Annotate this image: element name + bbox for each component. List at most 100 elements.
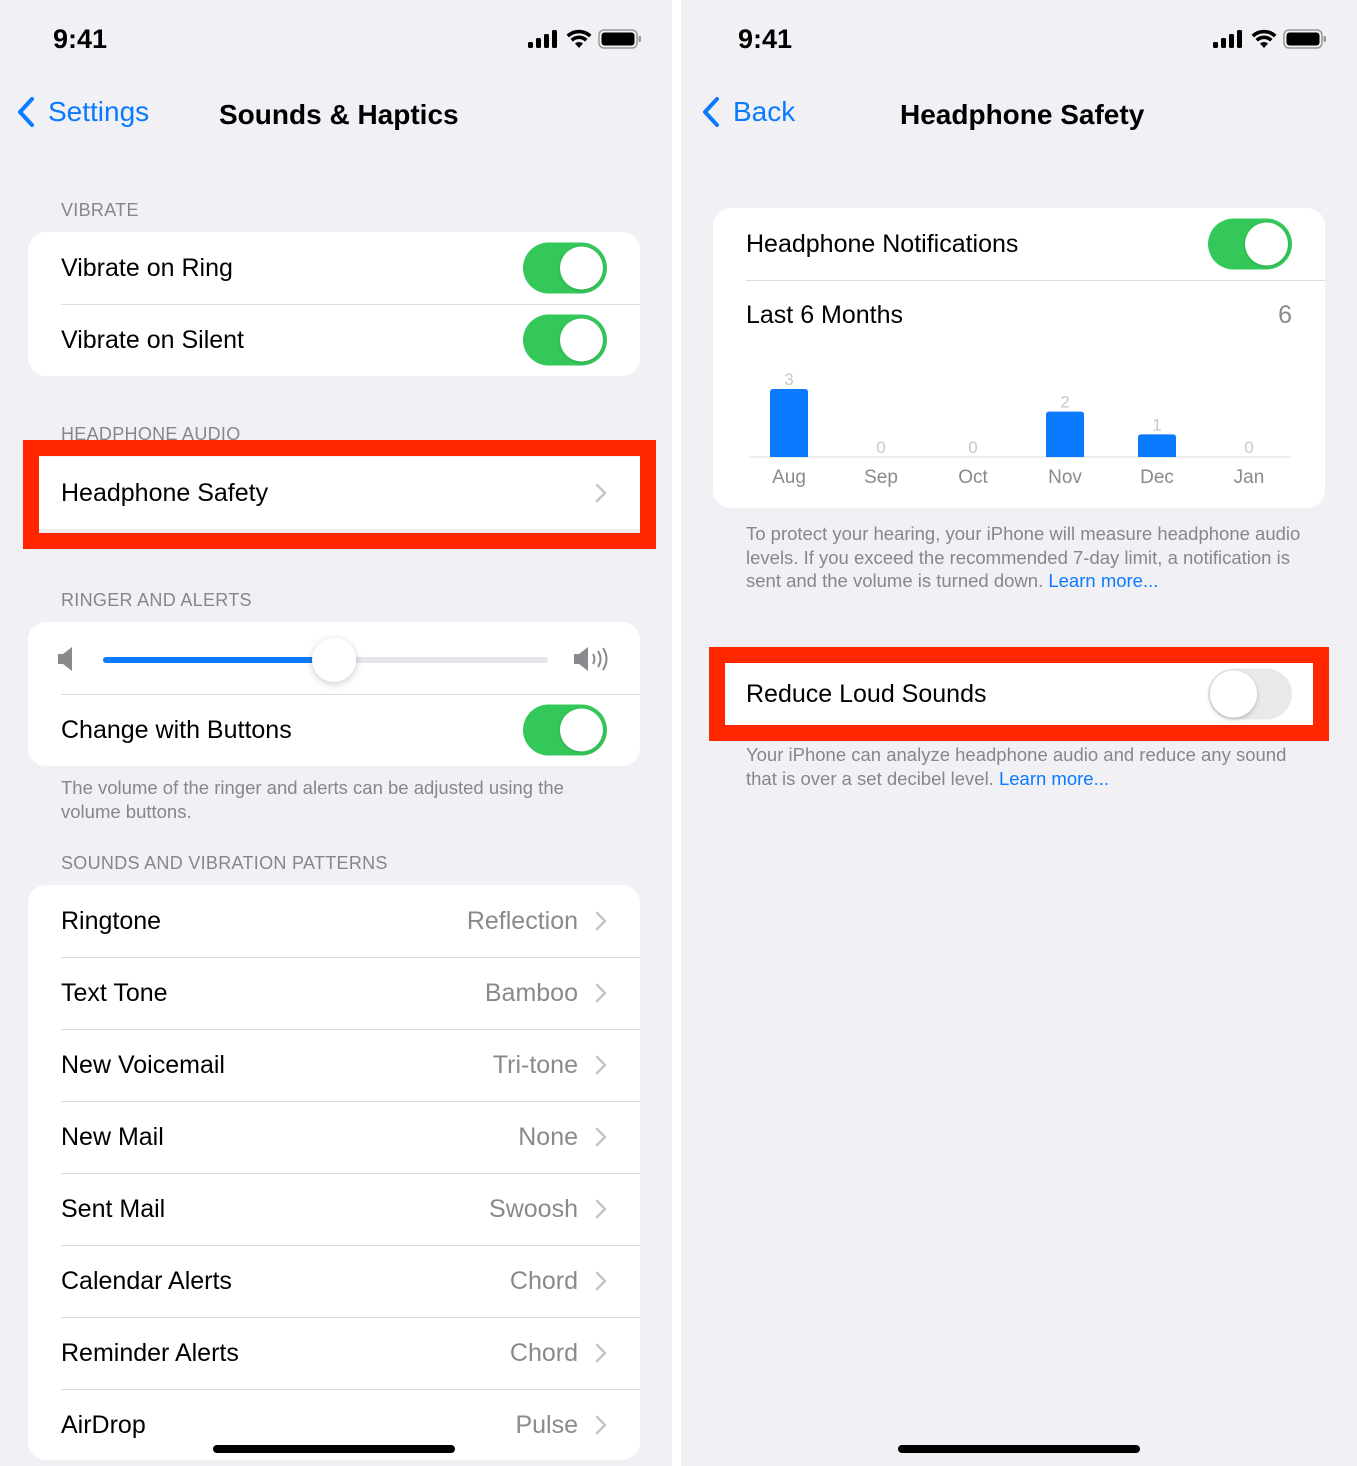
- chart-value-label: 1: [1152, 415, 1161, 434]
- row-label: Headphone Notifications: [746, 229, 1019, 258]
- row-label: New Mail: [61, 1122, 164, 1151]
- vibrate-on-silent-toggle[interactable]: [523, 314, 607, 366]
- page-title: Sounds & Haptics: [219, 99, 459, 130]
- battery-icon: [598, 29, 641, 49]
- headphone-audio-header: HEADPHONE AUDIO: [61, 424, 241, 444]
- row-value: Chord: [509, 1266, 578, 1295]
- change-with-buttons-toggle[interactable]: [523, 704, 607, 756]
- row-value: Bamboo: [484, 978, 578, 1007]
- row-value: Tri-tone: [492, 1050, 578, 1079]
- status-icons: [1213, 29, 1327, 49]
- headphone-safety-row[interactable]: Headphone Safety: [28, 457, 640, 529]
- learn-more-link[interactable]: Learn more...: [1048, 570, 1158, 591]
- notifications-bar-chart: 3 Aug 0 Sep 0 Oct 2 Nov 1 Dec 0 Jan: [749, 370, 1291, 488]
- back-button[interactable]: Back: [701, 96, 795, 128]
- page-title: Headphone Safety: [900, 99, 1145, 130]
- notifications-group: Headphone Notifications Last 6 Months 6 …: [713, 208, 1325, 508]
- volume-slider[interactable]: [103, 638, 548, 682]
- sent-mail-row[interactable]: Sent Mail Swoosh: [28, 1173, 640, 1245]
- chevron-right-icon: [595, 483, 607, 503]
- headphone-safety-screen: 9:41 Back Headphone Safety Headphone Not…: [681, 0, 1357, 1466]
- learn-more-link[interactable]: Learn more...: [999, 768, 1109, 789]
- notifications-chart-row: Last 6 Months 6 3 Aug 0 Sep 0 Oct 2 Nov 1 Dec 0 Jan: [713, 280, 1325, 508]
- row-label: Headphone Safety: [61, 478, 269, 507]
- wifi-icon: [566, 29, 592, 48]
- row-label: AirDrop: [61, 1410, 146, 1439]
- speaker-low-icon: [58, 647, 72, 671]
- headphone-audio-group: Headphone Safety: [28, 457, 640, 529]
- row-label: Ringtone: [61, 906, 162, 935]
- row-label: New Voicemail: [61, 1050, 225, 1079]
- battery-icon: [1283, 29, 1326, 49]
- chart-x-tick-label: Aug: [772, 467, 806, 488]
- new-voicemail-row[interactable]: New Voicemail Tri-tone: [28, 1029, 640, 1101]
- sounds-group: Ringtone Reflection Text Tone Bamboo New…: [28, 885, 640, 1460]
- ringtone-row[interactable]: Ringtone Reflection: [28, 885, 640, 957]
- chart-value-label: 0: [968, 438, 977, 457]
- chart-x-tick-label: Nov: [1048, 467, 1082, 488]
- toggle-knob: [560, 246, 603, 290]
- status-time: 9:41: [53, 24, 108, 54]
- text-tone-row[interactable]: Text Tone Bamboo: [28, 957, 640, 1029]
- new-mail-row[interactable]: New Mail None: [28, 1101, 640, 1173]
- toggle-knob: [560, 708, 603, 752]
- volume-slider-row: [28, 622, 640, 694]
- chevron-right-icon: [595, 1127, 607, 1147]
- volume-slider-fill: [103, 657, 335, 663]
- chevron-right-icon: [595, 1055, 607, 1075]
- vibrate-on-ring-toggle[interactable]: [523, 242, 607, 294]
- chart-title: Last 6 Months: [746, 301, 904, 329]
- status-time: 9:41: [738, 24, 793, 54]
- settings-back-button[interactable]: Settings: [16, 96, 149, 128]
- headphone-notifications-toggle[interactable]: [1208, 218, 1292, 270]
- vibrate-on-ring-row: Vibrate on Ring: [28, 232, 640, 304]
- row-value: Swoosh: [489, 1194, 578, 1223]
- home-indicator[interactable]: [898, 1445, 1140, 1453]
- row-label: Sent Mail: [61, 1194, 166, 1223]
- headphone-notifications-row: Headphone Notifications: [713, 208, 1325, 280]
- chevron-right-icon: [595, 1415, 607, 1435]
- row-label: Text Tone: [61, 978, 168, 1007]
- chart-bar-aug: [770, 389, 808, 457]
- status-icons: [528, 29, 642, 49]
- home-indicator[interactable]: [213, 1445, 455, 1453]
- row-value: Chord: [509, 1338, 578, 1367]
- speaker-high-icon: [574, 647, 608, 671]
- chart-x-tick-label: Oct: [958, 467, 988, 488]
- calendar-alerts-row[interactable]: Calendar Alerts Chord: [28, 1245, 640, 1317]
- vibrate-group: Vibrate on Ring Vibrate on Silent: [28, 232, 640, 376]
- reminder-alerts-row[interactable]: Reminder Alerts Chord: [28, 1317, 640, 1389]
- vibrate-on-silent-row: Vibrate on Silent: [28, 304, 640, 376]
- chart-value-label: 2: [1060, 393, 1069, 412]
- cellular-signal-icon: [1213, 30, 1242, 48]
- chart-value-label: 0: [876, 438, 885, 457]
- back-label: Settings: [48, 96, 150, 127]
- chart-x-tick-label: Sep: [864, 467, 898, 488]
- reduce-loud-sounds-row: Reduce Loud Sounds: [713, 662, 1325, 726]
- chevron-right-icon: [595, 1199, 607, 1219]
- sounds-haptics-screen: 9:41 Settings Sounds & Haptics VIBRATE V…: [0, 0, 672, 1466]
- chevron-right-icon: [595, 1343, 607, 1363]
- row-value: None: [518, 1122, 578, 1151]
- reduce-loud-sounds-toggle[interactable]: [1208, 668, 1292, 720]
- row-value: Reflection: [466, 906, 578, 935]
- chart-value-label: 3: [784, 370, 793, 389]
- sounds-header: SOUNDS AND VIBRATION PATTERNS: [61, 853, 388, 873]
- chart-bar-nov: [1046, 411, 1084, 457]
- chevron-left-icon: [18, 97, 34, 127]
- row-label: Reminder Alerts: [61, 1338, 239, 1367]
- chart-x-tick-label: Dec: [1140, 467, 1174, 488]
- wifi-icon: [1251, 29, 1277, 48]
- chevron-right-icon: [595, 1271, 607, 1291]
- chevron-right-icon: [595, 983, 607, 1003]
- cellular-signal-icon: [528, 30, 557, 48]
- notifications-footer: To protect your hearing, your iPhone wil…: [746, 522, 1306, 593]
- volume-slider-thumb[interactable]: [312, 638, 357, 682]
- ringer-group: Change with Buttons: [28, 622, 640, 766]
- ringer-header: RINGER AND ALERTS: [61, 590, 252, 610]
- vibrate-header: VIBRATE: [61, 200, 139, 220]
- toggle-knob: [1245, 222, 1288, 266]
- row-label: Change with Buttons: [61, 715, 292, 744]
- ringer-footer: The volume of the ringer and alerts can …: [61, 777, 564, 822]
- change-with-buttons-row: Change with Buttons: [28, 694, 640, 766]
